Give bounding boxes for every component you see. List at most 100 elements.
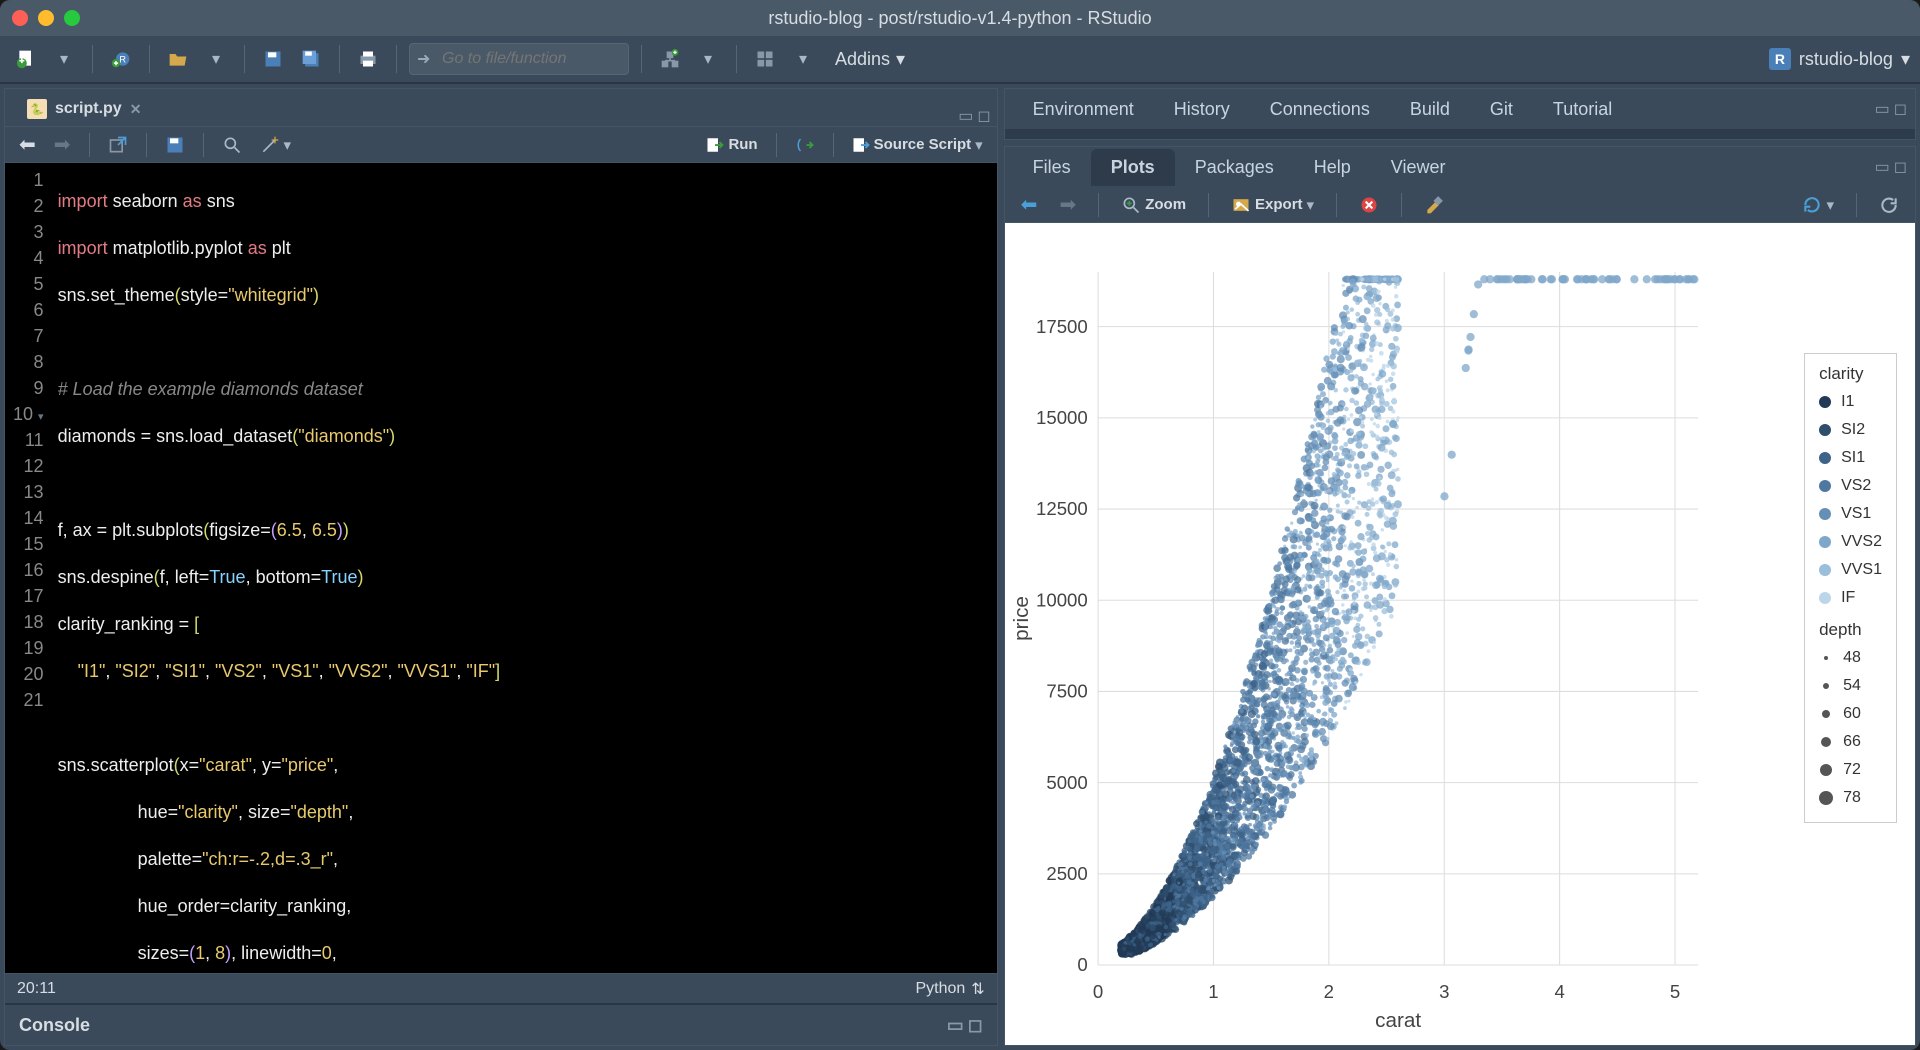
legend-row: VS2 [1819,472,1882,500]
legend-row: I1 [1819,388,1882,416]
magic-wand-button[interactable]: ▾ [254,132,298,158]
tab-git[interactable]: Git [1470,91,1533,128]
refresh-cache-button[interactable]: ▾ [1796,192,1840,218]
window-title: rstudio-blog - post/rstudio-v1.4-python … [768,8,1151,29]
find-button[interactable] [216,132,248,158]
tab-connections[interactable]: Connections [1250,91,1390,128]
plot-area: 012345025005000750010000125001500017500c… [1005,223,1915,1045]
separator [1401,193,1402,217]
legend-row: VVS1 [1819,556,1882,584]
app-window: rstudio-blog - post/rstudio-v1.4-python … [0,0,1920,1050]
code-body[interactable]: import seaborn as sns import matplotlib.… [58,163,997,973]
maximize-pane-icon[interactable]: ◻ [1894,157,1907,177]
maximize-pane-icon[interactable]: ◻ [968,1015,983,1036]
separator [641,45,642,73]
zoom-button[interactable]: Zoom [1115,192,1192,218]
tab-environment[interactable]: Environment [1013,91,1154,128]
remove-plot-button[interactable] [1353,192,1385,218]
separator [833,133,834,157]
project-name: rstudio-blog [1799,49,1893,70]
legend-row: SI2 [1819,416,1882,444]
maximize-pane-icon[interactable]: ◻ [1894,99,1907,119]
plot-toolbar: ⬅ ➡ Zoom Export ▾ ▾ [1005,187,1915,223]
run-button[interactable]: Run [700,133,763,157]
tab-viewer[interactable]: Viewer [1371,149,1466,186]
separator [1856,193,1857,217]
code-editor[interactable]: 12345678910 ▾1112131415161718192021 impo… [5,163,997,973]
svg-text:R: R [119,54,126,64]
legend-row: 54 [1819,672,1882,700]
save-button[interactable] [257,44,289,74]
refresh-button[interactable] [1873,192,1905,218]
tab-plots[interactable]: Plots [1091,149,1175,186]
new-file-button[interactable] [10,44,42,74]
python-file-icon: 🐍 [27,99,47,119]
new-file-dropdown[interactable]: ▾ [48,44,80,74]
separator [244,45,245,73]
chevron-down-icon: ▾ [1901,49,1910,70]
tab-tutorial[interactable]: Tutorial [1533,91,1632,128]
pane-controls: ▭ ◻ [1875,157,1907,177]
vcs-button[interactable] [654,44,686,74]
minimize-pane-icon[interactable]: ▭ [1875,99,1890,119]
console-label: Console [19,1015,90,1036]
open-file-button[interactable] [162,44,194,74]
plot-next-button[interactable]: ➡ [1053,189,1082,220]
source-tabs: 🐍 script.py ✕ ▭ ◻ [5,89,997,127]
source-tab-script[interactable]: 🐍 script.py ✕ [11,92,157,126]
minimize-pane-icon[interactable]: ▭ [947,1015,964,1036]
env-tabrow: Environment History Connections Build Gi… [1005,89,1915,129]
legend-row: IF [1819,584,1882,612]
new-project-button[interactable]: R [105,44,137,74]
tab-help[interactable]: Help [1294,149,1371,186]
goto-file-input[interactable] [409,43,629,75]
language-mode[interactable]: Python ⇅ [915,979,984,999]
close-window-button[interactable] [12,10,28,26]
tab-build[interactable]: Build [1390,91,1470,128]
print-button[interactable] [352,44,384,74]
legend-row: 66 [1819,728,1882,756]
clear-all-button[interactable] [1418,192,1450,218]
console-bar[interactable]: Console ▭ ◻ [5,1003,997,1045]
vcs-dropdown[interactable]: ▾ [692,44,724,74]
close-tab-icon[interactable]: ✕ [130,101,142,118]
plots-pane: Files Plots Packages Help Viewer ▭ ◻ ⬅ ➡… [1004,146,1916,1046]
maximize-pane-icon[interactable]: ◻ [977,106,990,126]
editor-statusbar: 20:11 Python ⇅ [5,973,997,1003]
export-button[interactable]: Export ▾ [1225,192,1320,218]
separator [1208,193,1209,217]
separator [339,45,340,73]
pane-controls: ▭ ◻ [1875,99,1907,119]
minimize-pane-icon[interactable]: ▭ [958,106,973,126]
zoom-window-button[interactable] [64,10,80,26]
save-all-button[interactable] [295,44,327,74]
nav-fwd-button[interactable]: ➡ [48,129,77,160]
minimize-pane-icon[interactable]: ▭ [1875,157,1890,177]
show-in-new-window-button[interactable] [102,132,134,158]
legend-size-title: depth [1819,620,1882,640]
source-toolbar: ⬅ ➡ ▾ Run Source Script ▾ [5,127,997,163]
language-label: Python [915,980,965,998]
nav-back-button[interactable]: ⬅ [13,129,42,160]
separator [146,133,147,157]
tab-label: script.py [55,100,122,118]
source-script-button[interactable]: Source Script ▾ [846,133,989,157]
source-pane: 🐍 script.py ✕ ▭ ◻ ⬅ ➡ ▾ [4,88,998,1046]
grid-dropdown[interactable]: ▾ [787,44,819,74]
export-label: Export [1255,196,1303,213]
tab-files[interactable]: Files [1013,149,1091,186]
minimize-window-button[interactable] [38,10,54,26]
environment-pane: Environment History Connections Build Gi… [1004,88,1916,140]
rerun-button[interactable] [789,133,821,157]
save-source-button[interactable] [159,132,191,158]
tab-history[interactable]: History [1154,91,1250,128]
grid-button[interactable] [749,44,781,74]
addins-menu[interactable]: Addins ▾ [835,49,905,70]
open-file-dropdown[interactable]: ▾ [200,44,232,74]
plot-prev-button[interactable]: ⬅ [1015,189,1044,220]
separator [396,45,397,73]
legend-row: 78 [1819,784,1882,812]
project-selector[interactable]: R rstudio-blog ▾ [1769,48,1910,70]
legend-hue-title: clarity [1819,364,1882,384]
tab-packages[interactable]: Packages [1175,149,1294,186]
